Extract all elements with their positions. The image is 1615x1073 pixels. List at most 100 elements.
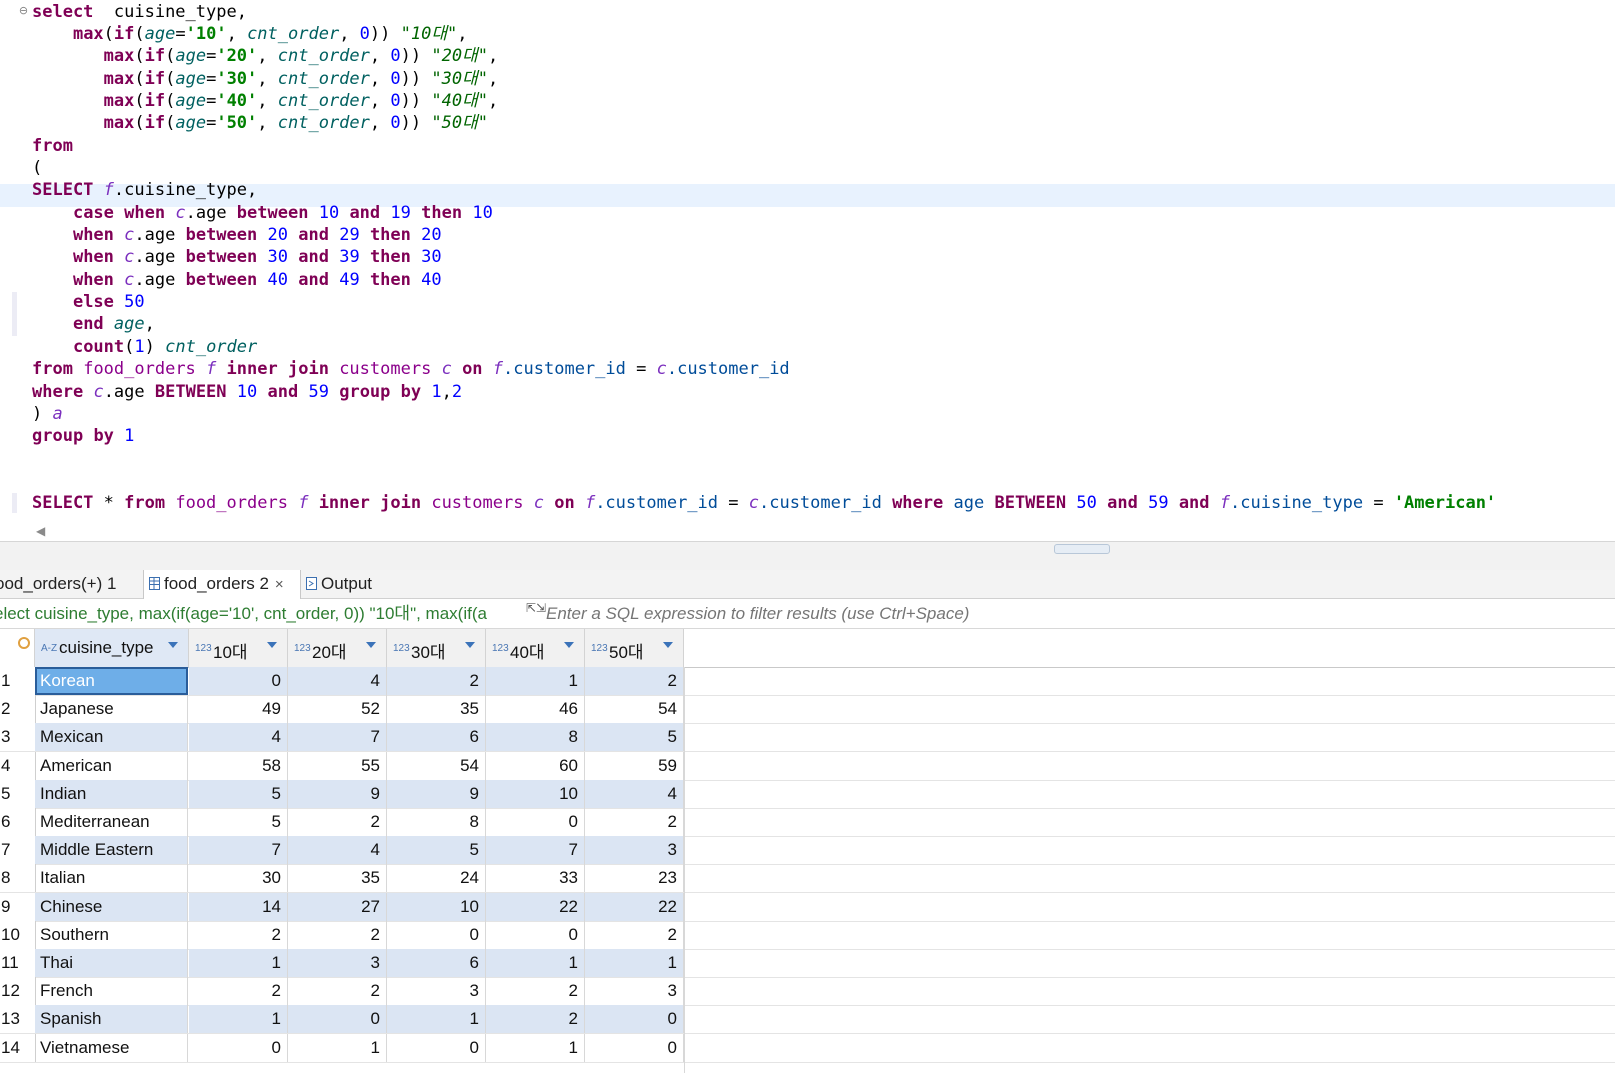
cell-value[interactable]: 0 (486, 808, 585, 836)
panel-splitter[interactable] (0, 541, 1615, 570)
cell-value[interactable]: 22 (486, 892, 585, 921)
cell-value[interactable]: 2 (189, 920, 288, 949)
cell-value[interactable]: 1 (486, 667, 585, 695)
sort-arrow-icon[interactable] (168, 642, 178, 648)
cell-cuisine-type[interactable]: Japanese (35, 695, 188, 724)
cell-value[interactable]: 9 (387, 779, 486, 808)
cell-value[interactable]: 8 (486, 723, 585, 752)
cell-value[interactable]: 0 (189, 1033, 288, 1062)
cell-value[interactable]: 7 (189, 836, 288, 865)
code-line[interactable]: from food_orders f inner join customers … (32, 358, 790, 380)
code-line[interactable]: max(if(age='50', cnt_order, 0)) "50대" (32, 112, 488, 134)
table-row[interactable]: 8 Italian 30 35 24 33 23 (0, 864, 1615, 894)
cell-value[interactable]: 6 (387, 723, 486, 752)
cell-cuisine-type[interactable]: Thai (35, 949, 188, 977)
scroll-left-icon[interactable]: ◀ (36, 524, 45, 538)
code-line[interactable]: max(if(age='10', cnt_order, 0)) "10대", (32, 23, 468, 45)
tab-food-orders-1[interactable]: ood_orders(+) 1 (0, 570, 141, 598)
cell-value[interactable]: 7 (486, 836, 585, 865)
cell-value[interactable]: 1 (288, 1033, 387, 1062)
cell-value[interactable]: 4 (288, 667, 387, 695)
cell-value[interactable]: 9 (288, 779, 387, 808)
tab-food-orders-2[interactable]: food_orders 2 × (143, 570, 301, 599)
table-row[interactable]: 4 American 58 55 54 60 59 (0, 751, 1615, 781)
cell-value[interactable]: 2 (585, 920, 684, 949)
cell-value[interactable]: 46 (486, 695, 585, 724)
cell-value[interactable]: 2 (189, 977, 288, 1006)
cell-value[interactable]: 30 (189, 864, 288, 893)
cell-cuisine-type[interactable]: Southern (35, 920, 188, 949)
cell-value[interactable]: 35 (288, 864, 387, 893)
row-number[interactable]: 2 (0, 695, 36, 724)
cell-value[interactable]: 2 (387, 667, 486, 695)
cell-value[interactable]: 5 (387, 836, 486, 865)
cell-value[interactable]: 2 (585, 808, 684, 836)
column-header[interactable]: 123 20대 (288, 629, 387, 667)
code-line[interactable]: else 50 (32, 291, 145, 313)
sort-arrow-icon[interactable] (366, 642, 376, 648)
cell-value[interactable]: 2 (486, 1005, 585, 1034)
cell-value[interactable]: 23 (585, 864, 684, 893)
cell-value[interactable]: 2 (288, 920, 387, 949)
cell-value[interactable]: 58 (189, 751, 288, 780)
table-row[interactable]: 3 Mexican 4 7 6 8 5 (0, 723, 1615, 753)
cell-cuisine-type[interactable]: American (35, 751, 188, 780)
cell-cuisine-type[interactable]: Mexican (35, 723, 188, 752)
cell-cuisine-type[interactable]: Korean (35, 667, 188, 695)
cell-value[interactable]: 0 (387, 1033, 486, 1062)
cell-cuisine-type[interactable]: Chinese (35, 892, 188, 921)
table-row[interactable]: 9 Chinese 14 27 10 22 22 (0, 892, 1615, 922)
cell-value[interactable]: 0 (585, 1033, 684, 1062)
cell-value[interactable]: 3 (585, 836, 684, 865)
cell-cuisine-type[interactable]: Italian (35, 864, 188, 893)
table-row[interactable]: 11 Thai 1 3 6 1 1 (0, 949, 1615, 978)
cell-value[interactable]: 10 (486, 779, 585, 808)
cell-cuisine-type[interactable]: Indian (35, 779, 188, 808)
result-grid[interactable]: A-Z cuisine_type 123 10대 123 20대 123 30대 123 40대 1… (0, 629, 1615, 1073)
sql-editor[interactable]: ⊖ select cuisine_type, max(if(age='10', … (0, 0, 1615, 540)
cell-value[interactable]: 8 (387, 808, 486, 836)
cell-value[interactable]: 55 (288, 751, 387, 780)
code-line[interactable]: select cuisine_type, (32, 1, 247, 23)
cell-value[interactable]: 10 (387, 892, 486, 921)
cell-value[interactable]: 54 (585, 695, 684, 724)
code-line[interactable]: SELECT * from food_orders f inner join c… (32, 492, 1496, 514)
filter-input[interactable] (546, 599, 1146, 628)
cell-value[interactable]: 2 (288, 977, 387, 1006)
column-header[interactable]: 123 10대 (189, 629, 288, 667)
cell-value[interactable]: 4 (288, 836, 387, 865)
code-line[interactable]: max(if(age='30', cnt_order, 0)) "30대", (32, 68, 499, 90)
cell-value[interactable]: 1 (189, 1005, 288, 1034)
column-header[interactable]: 123 40대 (486, 629, 585, 667)
row-number[interactable]: 6 (0, 808, 36, 836)
cell-value[interactable]: 27 (288, 892, 387, 921)
row-number[interactable]: 11 (0, 949, 36, 977)
code-line[interactable]: when c.age between 40 and 49 then 40 (32, 269, 442, 291)
column-header[interactable]: 123 30대 (387, 629, 486, 667)
cell-value[interactable]: 49 (189, 695, 288, 724)
tab-output[interactable]: Output (301, 570, 401, 598)
cell-value[interactable]: 60 (486, 751, 585, 780)
code-line[interactable]: max(if(age='20', cnt_order, 0)) "20대", (32, 45, 499, 67)
cell-value[interactable]: 7 (288, 723, 387, 752)
row-number[interactable]: 8 (0, 864, 36, 893)
table-row[interactable]: 7 Middle Eastern 7 4 5 7 3 (0, 836, 1615, 866)
cell-value[interactable]: 59 (585, 751, 684, 780)
table-row[interactable]: 12 French 2 2 3 2 3 (0, 977, 1615, 1007)
code-line[interactable]: ( (32, 157, 42, 179)
table-row[interactable]: 14 Vietnamese 0 1 0 1 0 (0, 1033, 1615, 1063)
fold-toggle-icon[interactable]: ⊖ (18, 5, 29, 16)
table-row[interactable]: 5 Indian 5 9 9 10 4 (0, 779, 1615, 809)
cell-value[interactable]: 1 (486, 1033, 585, 1062)
cell-value[interactable]: 3 (288, 949, 387, 977)
cell-value[interactable]: 5 (189, 808, 288, 836)
splitter-handle[interactable] (1054, 544, 1110, 554)
cell-value[interactable]: 0 (486, 920, 585, 949)
cell-value[interactable]: 22 (585, 892, 684, 921)
cell-value[interactable]: 33 (486, 864, 585, 893)
cell-value[interactable]: 2 (288, 808, 387, 836)
cell-value[interactable]: 0 (585, 1005, 684, 1034)
expand-filter-icon[interactable]: ⇱⇲ (526, 602, 546, 622)
cell-cuisine-type[interactable]: Middle Eastern (35, 836, 188, 865)
cell-cuisine-type[interactable]: Spanish (35, 1005, 188, 1034)
